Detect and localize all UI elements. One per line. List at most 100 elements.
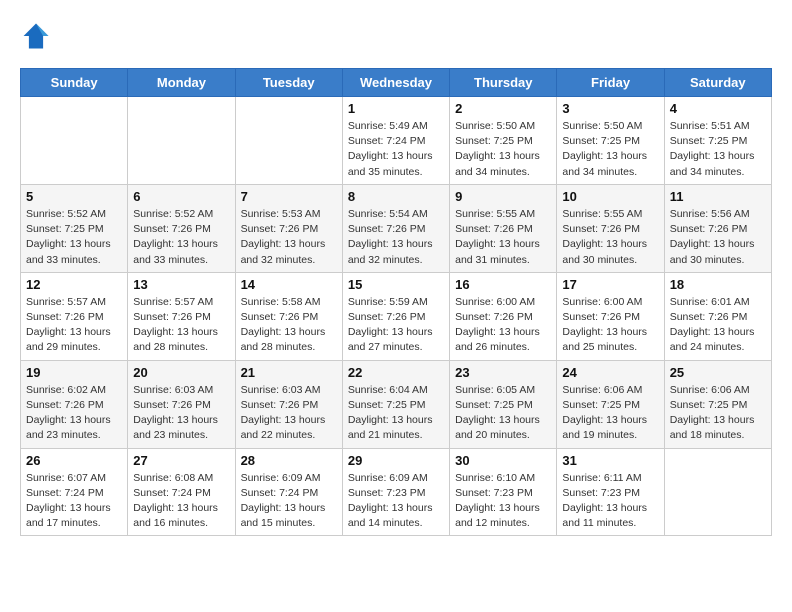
day-number: 7	[241, 189, 337, 204]
calendar-table: SundayMondayTuesdayWednesdayThursdayFrid…	[20, 68, 772, 536]
calendar-cell: 2 Sunrise: 5:50 AM Sunset: 7:25 PM Daylig…	[450, 97, 557, 185]
day-info: Sunrise: 6:06 AM Sunset: 7:25 PM Dayligh…	[670, 383, 766, 444]
calendar-cell: 5 Sunrise: 5:52 AM Sunset: 7:25 PM Daylig…	[21, 184, 128, 272]
weekday-header-thursday: Thursday	[450, 69, 557, 97]
day-info: Sunrise: 6:07 AM Sunset: 7:24 PM Dayligh…	[26, 471, 122, 532]
calendar-cell: 15Sunrise: 5:59 AM Sunset: 7:26 PM Dayli…	[342, 272, 449, 360]
day-number: 26	[26, 453, 122, 468]
calendar-cell: 30 Sunrise: 6:10 AM Sunset: 7:23 PM Dayli…	[450, 448, 557, 536]
calendar-cell: 3 Sunrise: 5:50 AM Sunset: 7:25 PM Daylig…	[557, 97, 664, 185]
calendar-week-row: 12Sunrise: 5:57 AM Sunset: 7:26 PM Dayli…	[21, 272, 772, 360]
calendar-cell: 6 Sunrise: 5:52 AM Sunset: 7:26 PM Daylig…	[128, 184, 235, 272]
weekday-header-sunday: Sunday	[21, 69, 128, 97]
day-info: Sunrise: 6:08 AM Sunset: 7:24 PM Dayligh…	[133, 471, 229, 532]
calendar-cell	[21, 97, 128, 185]
calendar-cell: 21Sunrise: 6:03 AM Sunset: 7:26 PM Dayli…	[235, 360, 342, 448]
weekday-header-row: SundayMondayTuesdayWednesdayThursdayFrid…	[21, 69, 772, 97]
calendar-cell: 13 Sunrise: 5:57 AM Sunset: 7:26 PM Dayli…	[128, 272, 235, 360]
day-info: Sunrise: 6:09 AM Sunset: 7:23 PM Dayligh…	[348, 471, 444, 532]
calendar-cell: 26 Sunrise: 6:07 AM Sunset: 7:24 PM Dayli…	[21, 448, 128, 536]
calendar-cell	[664, 448, 771, 536]
day-info: Sunrise: 6:11 AM Sunset: 7:23 PM Dayligh…	[562, 471, 658, 532]
calendar-cell: 28 Sunrise: 6:09 AM Sunset: 7:24 PM Dayli…	[235, 448, 342, 536]
calendar-cell: 1 Sunrise: 5:49 AM Sunset: 7:24 PM Daylig…	[342, 97, 449, 185]
calendar-week-row: 26 Sunrise: 6:07 AM Sunset: 7:24 PM Dayli…	[21, 448, 772, 536]
calendar-cell: 16Sunrise: 6:00 AM Sunset: 7:26 PM Dayli…	[450, 272, 557, 360]
day-info: Sunrise: 5:56 AM Sunset: 7:26 PM Dayligh…	[670, 207, 766, 268]
day-number: 18	[670, 277, 766, 292]
day-number: 10	[562, 189, 658, 204]
weekday-header-friday: Friday	[557, 69, 664, 97]
logo-icon	[20, 20, 52, 52]
calendar-cell: 22Sunrise: 6:04 AM Sunset: 7:25 PM Dayli…	[342, 360, 449, 448]
calendar-week-row: 19Sunrise: 6:02 AM Sunset: 7:26 PM Dayli…	[21, 360, 772, 448]
day-info: Sunrise: 5:49 AM Sunset: 7:24 PM Dayligh…	[348, 119, 444, 180]
day-number: 24	[562, 365, 658, 380]
calendar-cell: 7 Sunrise: 5:53 AM Sunset: 7:26 PM Daylig…	[235, 184, 342, 272]
day-info: Sunrise: 6:09 AM Sunset: 7:24 PM Dayligh…	[241, 471, 337, 532]
day-info: Sunrise: 5:54 AM Sunset: 7:26 PM Dayligh…	[348, 207, 444, 268]
day-number: 2	[455, 101, 551, 116]
day-info: Sunrise: 5:57 AM Sunset: 7:26 PM Dayligh…	[26, 295, 122, 356]
weekday-header-wednesday: Wednesday	[342, 69, 449, 97]
calendar-cell: 8 Sunrise: 5:54 AM Sunset: 7:26 PM Daylig…	[342, 184, 449, 272]
day-number: 4	[670, 101, 766, 116]
day-number: 19	[26, 365, 122, 380]
day-info: Sunrise: 5:58 AM Sunset: 7:26 PM Dayligh…	[241, 295, 337, 356]
calendar-cell: 19Sunrise: 6:02 AM Sunset: 7:26 PM Dayli…	[21, 360, 128, 448]
day-info: Sunrise: 6:03 AM Sunset: 7:26 PM Dayligh…	[133, 383, 229, 444]
calendar-cell: 11 Sunrise: 5:56 AM Sunset: 7:26 PM Dayli…	[664, 184, 771, 272]
day-number: 28	[241, 453, 337, 468]
page-header	[20, 20, 772, 52]
calendar-cell: 29 Sunrise: 6:09 AM Sunset: 7:23 PM Dayli…	[342, 448, 449, 536]
calendar-cell: 17 Sunrise: 6:00 AM Sunset: 7:26 PM Dayli…	[557, 272, 664, 360]
calendar-cell: 31 Sunrise: 6:11 AM Sunset: 7:23 PM Dayli…	[557, 448, 664, 536]
day-info: Sunrise: 5:55 AM Sunset: 7:26 PM Dayligh…	[455, 207, 551, 268]
day-info: Sunrise: 5:57 AM Sunset: 7:26 PM Dayligh…	[133, 295, 229, 356]
day-number: 1	[348, 101, 444, 116]
day-number: 3	[562, 101, 658, 116]
day-number: 9	[455, 189, 551, 204]
day-number: 22	[348, 365, 444, 380]
day-number: 25	[670, 365, 766, 380]
day-info: Sunrise: 6:03 AM Sunset: 7:26 PM Dayligh…	[241, 383, 337, 444]
day-info: Sunrise: 6:05 AM Sunset: 7:25 PM Dayligh…	[455, 383, 551, 444]
weekday-header-saturday: Saturday	[664, 69, 771, 97]
day-number: 6	[133, 189, 229, 204]
day-number: 17	[562, 277, 658, 292]
day-info: Sunrise: 6:00 AM Sunset: 7:26 PM Dayligh…	[562, 295, 658, 356]
calendar-cell: 18Sunrise: 6:01 AM Sunset: 7:26 PM Dayli…	[664, 272, 771, 360]
day-number: 14	[241, 277, 337, 292]
calendar-cell: 27 Sunrise: 6:08 AM Sunset: 7:24 PM Dayli…	[128, 448, 235, 536]
day-number: 11	[670, 189, 766, 204]
day-info: Sunrise: 5:51 AM Sunset: 7:25 PM Dayligh…	[670, 119, 766, 180]
calendar-week-row: 1 Sunrise: 5:49 AM Sunset: 7:24 PM Daylig…	[21, 97, 772, 185]
day-number: 13	[133, 277, 229, 292]
day-info: Sunrise: 5:52 AM Sunset: 7:26 PM Dayligh…	[133, 207, 229, 268]
calendar-cell: 24 Sunrise: 6:06 AM Sunset: 7:25 PM Dayli…	[557, 360, 664, 448]
day-number: 8	[348, 189, 444, 204]
day-number: 30	[455, 453, 551, 468]
day-info: Sunrise: 5:50 AM Sunset: 7:25 PM Dayligh…	[562, 119, 658, 180]
day-number: 31	[562, 453, 658, 468]
day-info: Sunrise: 5:53 AM Sunset: 7:26 PM Dayligh…	[241, 207, 337, 268]
calendar-cell: 12Sunrise: 5:57 AM Sunset: 7:26 PM Dayli…	[21, 272, 128, 360]
logo	[20, 20, 56, 52]
day-info: Sunrise: 5:55 AM Sunset: 7:26 PM Dayligh…	[562, 207, 658, 268]
calendar-cell: 23 Sunrise: 6:05 AM Sunset: 7:25 PM Dayli…	[450, 360, 557, 448]
day-number: 23	[455, 365, 551, 380]
day-info: Sunrise: 6:06 AM Sunset: 7:25 PM Dayligh…	[562, 383, 658, 444]
day-info: Sunrise: 5:52 AM Sunset: 7:25 PM Dayligh…	[26, 207, 122, 268]
day-number: 15	[348, 277, 444, 292]
day-info: Sunrise: 6:10 AM Sunset: 7:23 PM Dayligh…	[455, 471, 551, 532]
calendar-cell	[128, 97, 235, 185]
weekday-header-tuesday: Tuesday	[235, 69, 342, 97]
calendar-cell	[235, 97, 342, 185]
day-info: Sunrise: 5:50 AM Sunset: 7:25 PM Dayligh…	[455, 119, 551, 180]
calendar-cell: 14 Sunrise: 5:58 AM Sunset: 7:26 PM Dayli…	[235, 272, 342, 360]
calendar-week-row: 5 Sunrise: 5:52 AM Sunset: 7:25 PM Daylig…	[21, 184, 772, 272]
weekday-header-monday: Monday	[128, 69, 235, 97]
day-number: 5	[26, 189, 122, 204]
day-number: 27	[133, 453, 229, 468]
day-number: 29	[348, 453, 444, 468]
